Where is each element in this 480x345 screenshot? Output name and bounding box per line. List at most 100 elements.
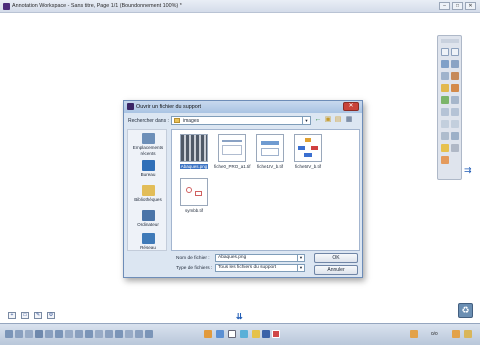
file-type-label: Type de fichiers : bbox=[176, 266, 213, 271]
file-thumbnail bbox=[294, 134, 322, 162]
eraser-tool-icon[interactable] bbox=[441, 96, 449, 104]
place-recent[interactable]: Emplacements récents bbox=[128, 133, 168, 156]
place-desktop[interactable]: Bureau bbox=[128, 160, 168, 178]
tool-icon[interactable] bbox=[135, 330, 143, 338]
blue-tool-icon[interactable] bbox=[216, 330, 224, 338]
close-window-button[interactable]: ✕ bbox=[465, 2, 476, 10]
tool-icon[interactable] bbox=[45, 330, 53, 338]
file-list[interactable]: Abaques.png fiche0_PRO_a1.tif fiche1IV_b… bbox=[171, 129, 360, 251]
text-tool-icon[interactable] bbox=[441, 108, 449, 116]
libraries-icon bbox=[141, 185, 155, 196]
window-titlebar: Annotation Workspace - Sans titre, Page … bbox=[0, 0, 480, 13]
page-tool-icon[interactable] bbox=[228, 330, 236, 338]
chevron-down-icon[interactable]: ▼ bbox=[297, 255, 304, 261]
color-tool-icon[interactable] bbox=[451, 84, 459, 92]
tool-icon[interactable] bbox=[145, 330, 153, 338]
file-name-field[interactable]: Abaques.png ▼ bbox=[215, 254, 305, 262]
line-tool-icon[interactable] bbox=[441, 72, 449, 80]
select-tool-icon[interactable] bbox=[441, 48, 449, 56]
settings-tool-icon[interactable] bbox=[451, 144, 459, 152]
stamp-tool-icon[interactable] bbox=[451, 108, 459, 116]
blue-dark-tool-icon[interactable] bbox=[262, 330, 270, 338]
chevron-down-icon[interactable]: ▼ bbox=[297, 265, 304, 271]
tool-icon[interactable] bbox=[125, 330, 133, 338]
image-tool-icon[interactable] bbox=[441, 120, 449, 128]
next-page-icon[interactable] bbox=[452, 330, 460, 338]
cyan-tool-icon[interactable] bbox=[240, 330, 248, 338]
page-view-icon[interactable]: ▭ bbox=[21, 312, 29, 319]
red-tool-icon[interactable] bbox=[272, 330, 280, 338]
dialog-titlebar: Ouvrir un fichier du support ✕ bbox=[124, 101, 362, 113]
file-thumbnail bbox=[218, 134, 246, 162]
settings-icon[interactable]: ⚙ bbox=[47, 312, 55, 319]
tool-icon[interactable] bbox=[85, 330, 93, 338]
screen-tool-icon[interactable] bbox=[441, 132, 449, 140]
maximize-button[interactable]: □ bbox=[452, 2, 463, 10]
look-in-label: Rechercher dans : bbox=[128, 118, 169, 124]
tool-icon[interactable] bbox=[95, 330, 103, 338]
place-network[interactable]: Réseau bbox=[128, 233, 168, 251]
tool-icon[interactable] bbox=[25, 330, 33, 338]
file-item[interactable]: fiche0_PRO_a1.tif bbox=[214, 134, 251, 169]
bottom-left-controls: + ▭ ✎ ⚙ bbox=[8, 310, 63, 321]
ok-button[interactable]: OK bbox=[314, 253, 358, 263]
tool-icon[interactable] bbox=[15, 330, 23, 338]
window-title: Annotation Workspace - Sans titre, Page … bbox=[12, 3, 182, 9]
file-item[interactable]: symbb.tif bbox=[176, 178, 212, 213]
bottom-toolbar: 0/0 bbox=[0, 323, 480, 345]
file-type-select[interactable]: Tous les fichiers du support ▼ bbox=[215, 264, 305, 272]
tool-icon[interactable] bbox=[75, 330, 83, 338]
tool-icon[interactable] bbox=[5, 330, 13, 338]
file-item[interactable]: fiche5IV_b.tif bbox=[290, 134, 326, 169]
tool-icon[interactable] bbox=[65, 330, 73, 338]
tool-icon[interactable] bbox=[105, 330, 113, 338]
side-panel-arrow-icon[interactable]: ⇉ bbox=[464, 165, 472, 176]
highlight-tool-icon[interactable] bbox=[441, 84, 449, 92]
minimize-button[interactable]: – bbox=[439, 2, 450, 10]
star-tool-icon[interactable] bbox=[441, 144, 449, 152]
add-page-icon[interactable]: + bbox=[8, 312, 16, 319]
color-picker-icon[interactable] bbox=[441, 156, 449, 164]
palette-grip[interactable] bbox=[441, 39, 459, 43]
file-item[interactable]: Abaques.png bbox=[176, 134, 212, 169]
marker-tool-icon[interactable] bbox=[451, 72, 459, 80]
look-in-select[interactable]: images ▼ bbox=[171, 116, 311, 125]
new-folder-icon[interactable]: ▤ bbox=[334, 116, 342, 124]
file-thumbnail bbox=[180, 178, 208, 206]
place-computer[interactable]: Ordinateur bbox=[128, 210, 168, 228]
crop-tool-icon[interactable] bbox=[441, 60, 449, 68]
up-folder-icon[interactable]: ▣ bbox=[324, 116, 332, 124]
cancel-button[interactable]: Annuler bbox=[314, 265, 358, 275]
shape-tool-icon[interactable] bbox=[451, 96, 459, 104]
edit-page-icon[interactable]: ✎ bbox=[34, 312, 42, 319]
yellow-tool-icon[interactable] bbox=[252, 330, 260, 338]
recycle-tool-icon[interactable]: ♻ bbox=[458, 303, 473, 318]
dialog-close-button[interactable]: ✕ bbox=[343, 102, 359, 111]
computer-icon bbox=[141, 210, 155, 221]
pencil-tool-icon[interactable] bbox=[451, 60, 459, 68]
file-name: fiche1IV_b.tif bbox=[256, 164, 283, 169]
chevron-down-icon[interactable]: ▼ bbox=[302, 117, 310, 124]
orange-tool-icon[interactable] bbox=[204, 330, 212, 338]
pen-icon[interactable] bbox=[464, 330, 472, 338]
resize-tool-icon[interactable] bbox=[451, 48, 459, 56]
camera-tool-icon[interactable] bbox=[451, 132, 459, 140]
previous-page-icon[interactable] bbox=[410, 330, 418, 338]
tool-icon[interactable] bbox=[115, 330, 123, 338]
file-item[interactable]: fiche1IV_b.tif bbox=[252, 134, 288, 169]
place-libraries[interactable]: Bibliothèques bbox=[128, 185, 168, 203]
scroll-down-icon[interactable]: ⇊ bbox=[236, 312, 243, 321]
file-thumbnail bbox=[256, 134, 284, 162]
right-tool-palette bbox=[437, 35, 462, 180]
app-logo-icon bbox=[3, 3, 10, 10]
tool-icon[interactable] bbox=[55, 330, 63, 338]
note-tool-icon[interactable] bbox=[451, 120, 459, 128]
view-menu-icon[interactable]: ▦ bbox=[345, 116, 353, 124]
file-type-value: Tous les fichiers du support bbox=[218, 265, 277, 270]
back-arrow-icon[interactable]: ← bbox=[314, 116, 322, 124]
tool-icon[interactable] bbox=[35, 330, 43, 338]
dialog-title: Ouvrir un fichier du support bbox=[136, 104, 202, 110]
page-count: 0/0 bbox=[431, 332, 438, 337]
network-icon bbox=[141, 233, 155, 244]
places-bar: Emplacements récents Bureau Bibliothèque… bbox=[127, 129, 167, 251]
